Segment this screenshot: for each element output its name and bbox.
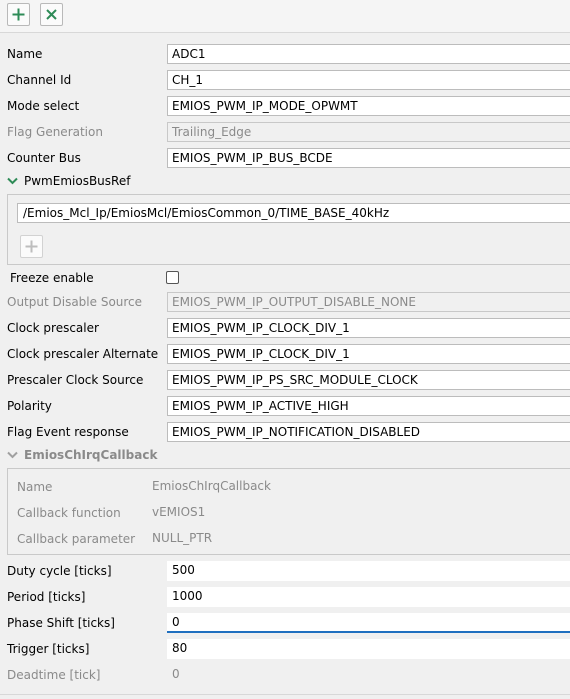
output-disable-source-label: Output Disable Source	[7, 295, 143, 309]
bus-ref-field[interactable]: /Emios_Mcl_Ip/EmiosMcl/EmiosCommon_0/TIM…	[17, 203, 570, 223]
callback-section-header: EmiosChIrqCallback	[7, 445, 157, 465]
duty-cycle-input[interactable]: 500	[167, 561, 570, 581]
callback-function-field: vEMIOS1	[147, 503, 567, 523]
counter-bus-label: Counter Bus	[7, 151, 81, 165]
flag-generation-label: Flag Generation	[7, 125, 103, 139]
phase-shift-input[interactable]: 0	[167, 613, 570, 633]
bus-ref-title: PwmEmiosBusRef	[24, 174, 131, 188]
toolbar	[0, 0, 570, 32]
prescaler-clock-source-label: Prescaler Clock Source	[7, 373, 144, 387]
prescaler-clock-source-dropdown[interactable]: EMIOS_PWM_IP_PS_SRC_MODULE_CLOCK	[167, 370, 570, 390]
flag-event-response-label: Flag Event response	[7, 425, 129, 439]
period-input[interactable]: 1000	[167, 587, 570, 607]
add-button[interactable]	[7, 3, 30, 26]
clock-prescaler-alt-dropdown[interactable]: EMIOS_PWM_IP_CLOCK_DIV_1	[167, 344, 570, 364]
callback-parameter-label: Callback parameter	[17, 532, 136, 546]
period-label: Period [ticks]	[7, 590, 86, 604]
callback-function-label: Callback function	[17, 506, 121, 520]
flag-event-response-dropdown[interactable]: EMIOS_PWM_IP_NOTIFICATION_DISABLED	[167, 422, 570, 442]
name-label: Name	[7, 47, 43, 61]
phase-shift-label: Phase Shift [ticks]	[7, 616, 115, 630]
bottom-divider	[0, 694, 570, 695]
counter-bus-dropdown[interactable]: EMIOS_PWM_IP_BUS_BCDE	[167, 148, 570, 168]
polarity-dropdown[interactable]: EMIOS_PWM_IP_ACTIVE_HIGH	[167, 396, 570, 416]
deadtime-input: 0	[167, 665, 570, 685]
trigger-input[interactable]: 80	[167, 639, 570, 659]
chevron-down-icon	[7, 451, 18, 459]
deadtime-label: Deadtime [tick]	[7, 668, 101, 682]
callback-group: Name EmiosChIrqCallback Callback functio…	[7, 468, 570, 555]
plus-icon	[12, 8, 25, 21]
channel-id-label: Channel Id	[7, 73, 72, 87]
bus-ref-group: /Emios_Mcl_Ip/EmiosMcl/EmiosCommon_0/TIM…	[7, 194, 570, 265]
close-icon	[46, 9, 57, 20]
bus-ref-add-button[interactable]	[20, 235, 43, 258]
toolbar-divider	[0, 32, 570, 33]
callback-parameter-field: NULL_PTR	[147, 529, 567, 549]
polarity-label: Polarity	[7, 399, 52, 413]
duty-cycle-label: Duty cycle [ticks]	[7, 564, 112, 578]
chevron-down-icon	[7, 177, 18, 185]
trigger-label: Trigger [ticks]	[7, 642, 90, 656]
bus-ref-section-header[interactable]: PwmEmiosBusRef	[7, 171, 130, 191]
freeze-enable-label: Freeze enable	[10, 271, 94, 285]
callback-name-label: Name	[17, 480, 53, 494]
plus-icon	[25, 240, 38, 253]
channel-id-field[interactable]: CH_1	[167, 70, 570, 90]
callback-title: EmiosChIrqCallback	[24, 448, 158, 462]
mode-select-label: Mode select	[7, 99, 80, 113]
clock-prescaler-dropdown[interactable]: EMIOS_PWM_IP_CLOCK_DIV_1	[167, 318, 570, 338]
flag-generation-field: Trailing_Edge	[167, 122, 570, 142]
name-field[interactable]: ADC1	[167, 44, 570, 64]
remove-button[interactable]	[40, 3, 63, 26]
callback-name-field: EmiosChIrqCallback	[147, 477, 567, 497]
mode-select-dropdown[interactable]: EMIOS_PWM_IP_MODE_OPWMT	[167, 96, 570, 116]
clock-prescaler-alt-label: Clock prescaler Alternate	[7, 347, 159, 361]
clock-prescaler-label: Clock prescaler	[7, 321, 99, 335]
output-disable-source-field: EMIOS_PWM_IP_OUTPUT_DISABLE_NONE	[167, 292, 570, 312]
freeze-enable-checkbox[interactable]	[166, 271, 179, 284]
